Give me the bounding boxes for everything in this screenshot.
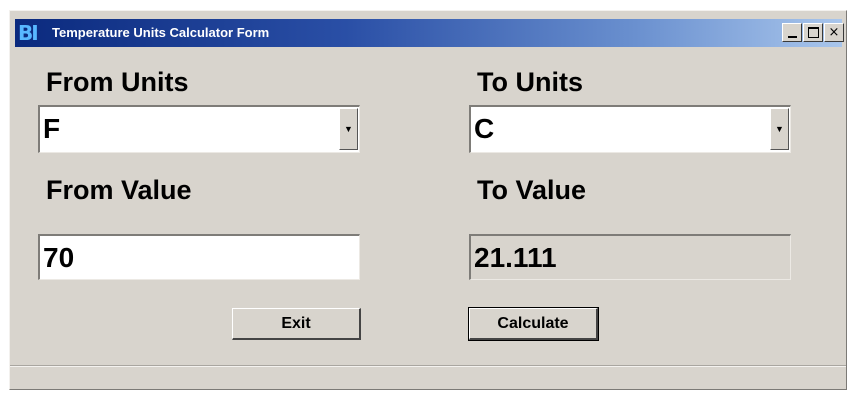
from-units-label: From Units — [46, 67, 189, 97]
status-divider — [10, 365, 846, 367]
calculate-button[interactable]: Calculate — [468, 307, 599, 341]
exit-button[interactable]: Exit — [232, 308, 361, 340]
close-icon: × — [828, 25, 840, 40]
window-title: Temperature Units Calculator Form — [52, 25, 270, 40]
app-logo-icon: BI — [18, 21, 39, 45]
maximize-button[interactable] — [803, 23, 823, 42]
from-value-input[interactable]: 70 — [38, 234, 360, 280]
to-value-output: 21.111 — [469, 234, 791, 280]
calculator-window: BI Temperature Units Calculator Form × F… — [9, 10, 847, 390]
from-value-label: From Value — [46, 175, 192, 205]
to-value-label: To Value — [477, 175, 587, 205]
to-units-selected-value: C — [474, 113, 495, 144]
from-units-selected-value: F — [43, 113, 61, 144]
title-bar[interactable]: BI Temperature Units Calculator Form × — [15, 19, 844, 47]
to-units-select[interactable]: C ▼ — [469, 105, 791, 153]
from-units-select[interactable]: F ▼ — [38, 105, 360, 153]
from-value-text: 70 — [43, 242, 75, 273]
chevron-down-icon[interactable]: ▼ — [770, 108, 789, 150]
minimize-icon — [787, 36, 797, 38]
close-button[interactable]: × — [824, 23, 844, 42]
to-units-label: To Units — [477, 67, 583, 97]
maximize-icon — [807, 27, 819, 38]
chevron-down-icon[interactable]: ▼ — [339, 108, 358, 150]
to-value-text: 21.111 — [474, 242, 557, 273]
minimize-button[interactable] — [782, 23, 802, 42]
